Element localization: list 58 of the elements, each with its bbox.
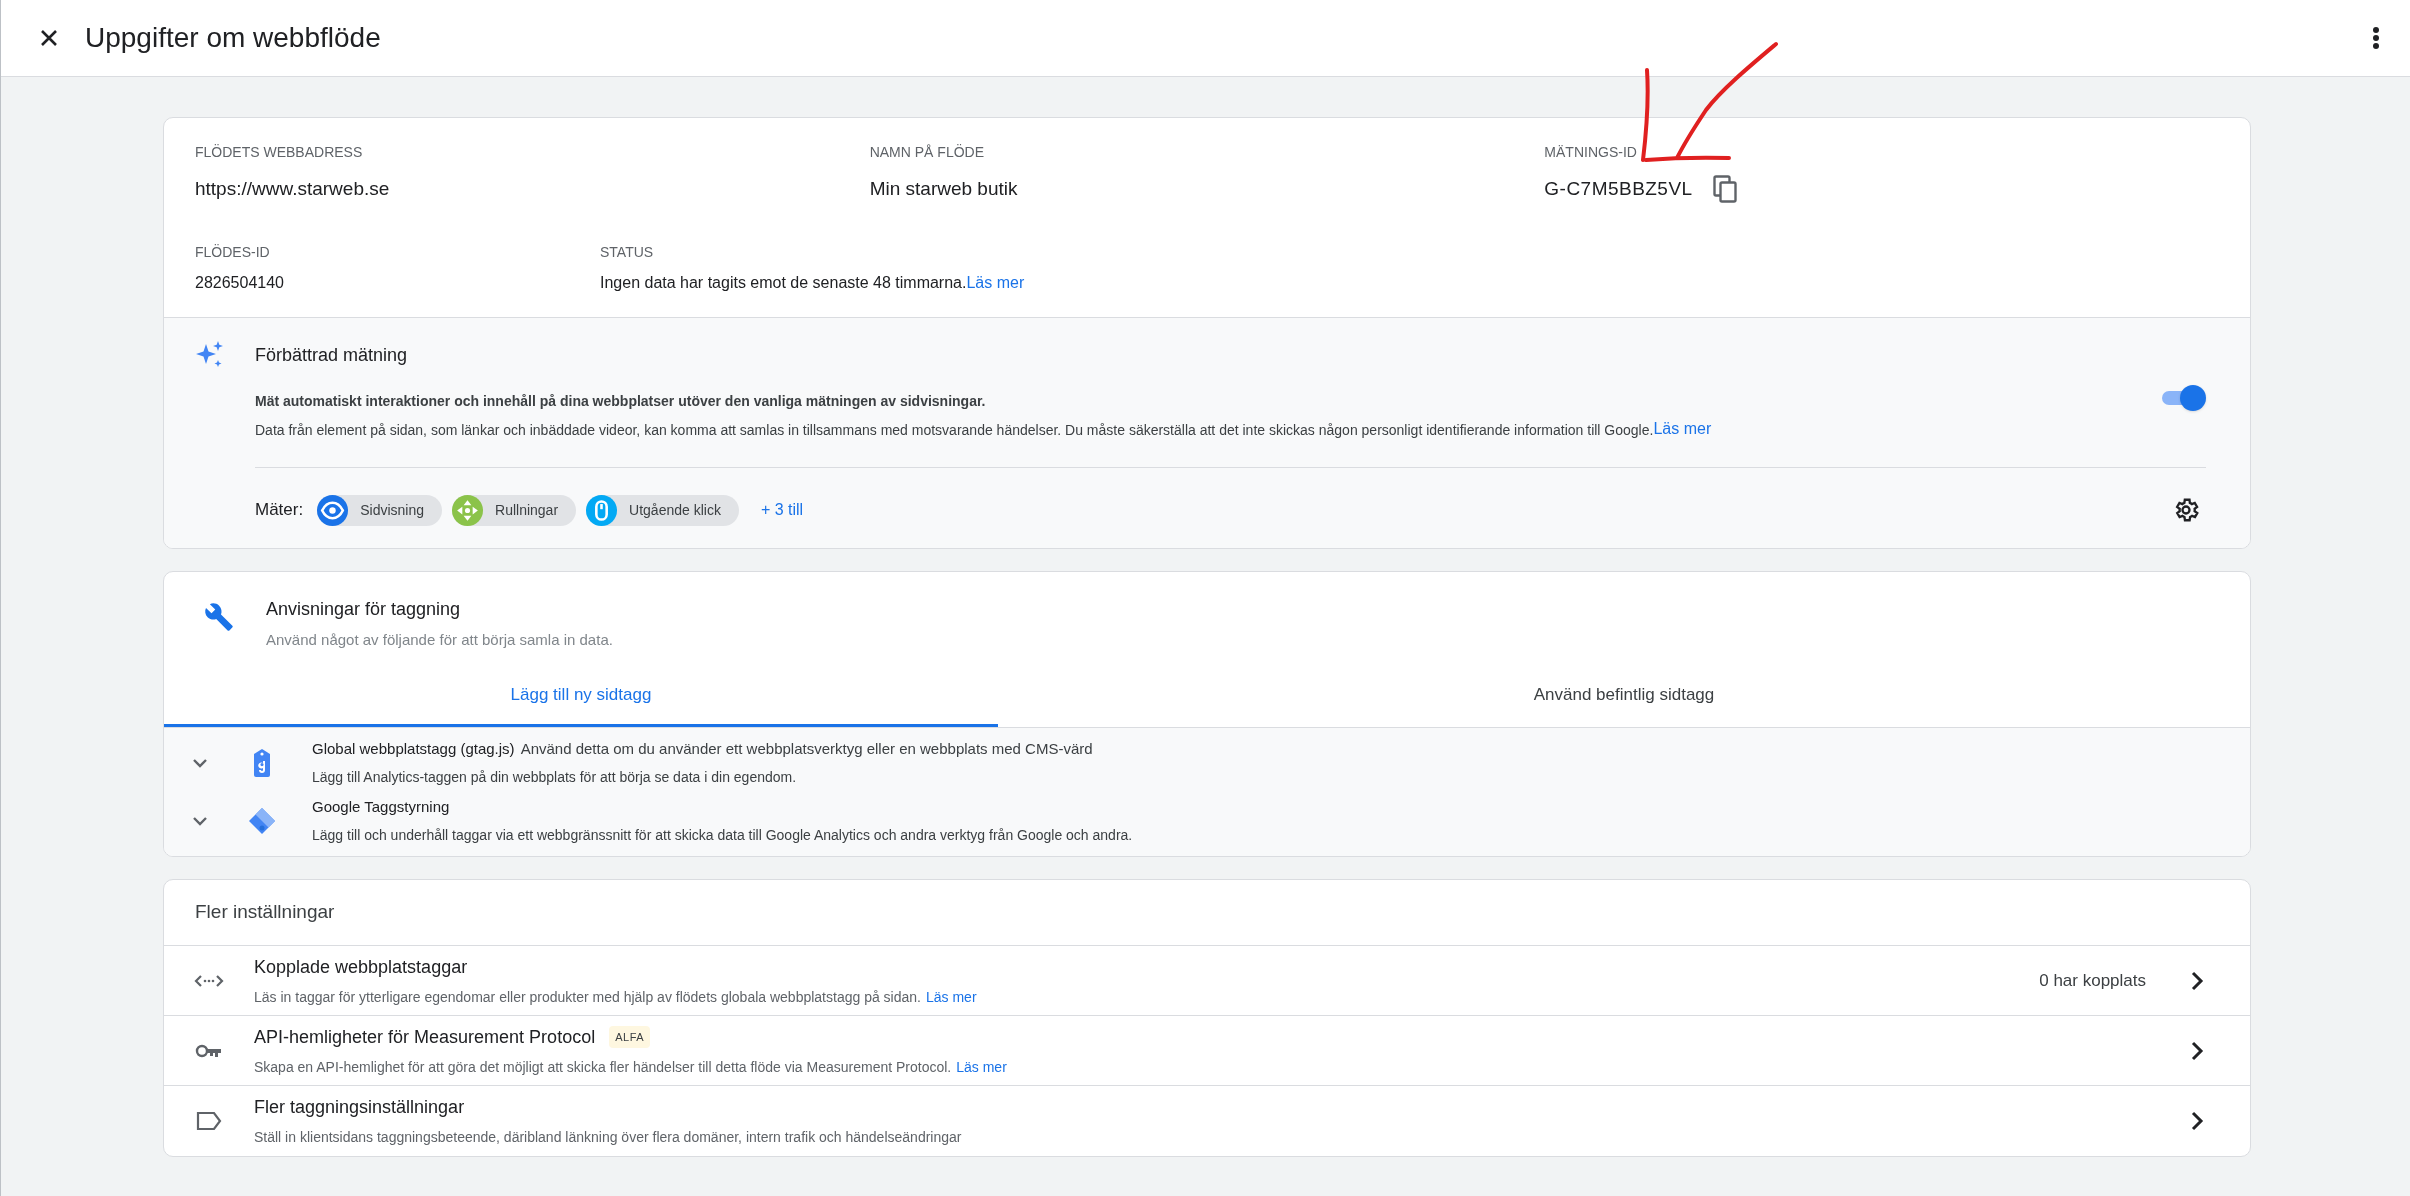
learn-more-link[interactable]: Läs mer <box>1653 419 1712 441</box>
field-label: FLÖDES-ID <box>195 242 271 262</box>
settings-row[interactable]: API-hemligheter för Measurement Protocol ALFA Skapa en API-hemlighet för att göra det möjligt att skicka fler händelser till detta flöde via Measurement Protocol. Läs mer <box>164 1016 2250 1086</box>
chevron-right-icon[interactable] <box>2190 1110 2204 1132</box>
option-note: Använd detta om du använder ett webbplatsverktyg eller en webbplats med CMS-värd <box>520 739 1093 760</box>
section-title: Fler inställningar <box>195 900 335 925</box>
field-value: https://www.starweb.se <box>195 177 390 201</box>
toggle-switch[interactable] <box>2160 384 2206 411</box>
field-value: 2826504140 <box>195 272 285 293</box>
settings-row[interactable]: Kopplade webbplatstaggar Läs in taggar för ytterligare egendomar eller produkter med hjälp av flödets globala webbplatstagg på sidan. Läs mer 0 har kopplats <box>164 946 2250 1016</box>
learn-more-link[interactable]: Läs mer <box>966 270 1025 295</box>
chevron-down-icon[interactable] <box>192 758 208 768</box>
close-icon[interactable] <box>39 28 59 48</box>
field-label: NAMN PÅ FLÖDE <box>869 143 986 162</box>
option-title: Google Taggstyrning <box>312 797 450 818</box>
row-value: 0 har kopplats <box>2039 969 2146 992</box>
row-title: Fler taggningsinställningar <box>254 1096 465 1119</box>
section-title: Förbättrad mätning <box>255 343 409 367</box>
description-text: Mät automatiskt interaktioner och innehåll på dina webbplatser utöver den vanliga mätningen av sidvisningar. <box>255 391 987 411</box>
option-description: Lägg till Analytics-taggen på din webbplats för att börja se data i din egendom. <box>312 767 798 787</box>
row-title: API-hemligheter för Measurement Protocol <box>254 1025 596 1049</box>
learn-more-link[interactable]: Läs mer <box>925 986 977 1008</box>
alpha-badge: ALFA <box>609 1025 651 1049</box>
row-description: Läs in taggar för ytterligare egendomar eller produkter med hjälp av flödets globala webbplatstagg på sidan. <box>254 987 921 1007</box>
field-label: FLÖDETS WEBBADRESS <box>195 143 364 162</box>
row-description: Skapa en API-hemlighet för att göra det möjligt att skicka fler händelser till detta flöde via Measurement Protocol. <box>254 1057 952 1077</box>
learn-more-link[interactable]: Läs mer <box>956 1056 1007 1078</box>
field-value: G-C7M5BBZ5VL <box>1544 177 1693 201</box>
section-subtitle: Använd något av följande för att börja samla in data. <box>266 629 613 650</box>
chevron-down-icon[interactable] <box>192 816 208 826</box>
key-icon <box>195 1042 223 1059</box>
more-menu-icon[interactable] <box>2372 26 2380 50</box>
code-arrows-icon <box>194 973 224 988</box>
field-value: Min starweb butik <box>869 177 1018 201</box>
copy-icon[interactable] <box>1712 175 1737 204</box>
option-description: Lägg till och underhåll taggar via ett webbgränssnitt för att skicka data till Google Analytics och andra verktyg från Google och andra. <box>312 825 1133 845</box>
description-text: Data från element på sidan, som länkar och inbäddade videor, kan komma att samlas in tillsammans med motsvarande händelser. Du måste säkerställa att det inte skickas någon personligt identifierande information till Google. <box>255 420 1654 440</box>
measurement-chip: Utgående klick <box>586 494 739 526</box>
measurement-chip: Rullningar <box>452 494 577 526</box>
measurement-chip: Sidvisning <box>317 494 442 526</box>
tab[interactable]: Använd befintlig sidtagg <box>998 665 2250 727</box>
field-label: MÄTNINGS-ID <box>1544 143 1638 162</box>
settings-row[interactable]: Fler taggningsinställningar Ställ in klientsidans taggningsbeteende, däribland länkning över flera domäner, intern trafik och händelseändringar <box>164 1086 2250 1156</box>
diamond-icon <box>247 806 277 836</box>
row-title: Kopplade webbplatstaggar <box>254 955 468 979</box>
status-text: Ingen data har tagits emot de senaste 48 timmarna. <box>600 272 967 293</box>
row-description: Ställ in klientsidans taggningsbeteende, däribland länkning över flera domäner, intern trafik och händelseändringar <box>254 1128 962 1147</box>
wrench-icon <box>204 601 234 632</box>
field-label: STATUS <box>600 242 655 262</box>
chevron-right-icon[interactable] <box>2190 969 2204 992</box>
measures-label: Mäter: <box>255 499 304 522</box>
page-title: Uppgifter om webbflöde <box>85 21 381 55</box>
more-link[interactable]: + 3 till <box>760 498 804 522</box>
tag-icon <box>251 748 273 778</box>
label-tag-icon <box>196 1111 222 1131</box>
option-title: Global webbplatstagg (gtag.js) <box>312 739 515 760</box>
chevron-right-icon[interactable] <box>2190 1039 2204 1062</box>
section-title: Anvisningar för taggning <box>266 597 462 621</box>
